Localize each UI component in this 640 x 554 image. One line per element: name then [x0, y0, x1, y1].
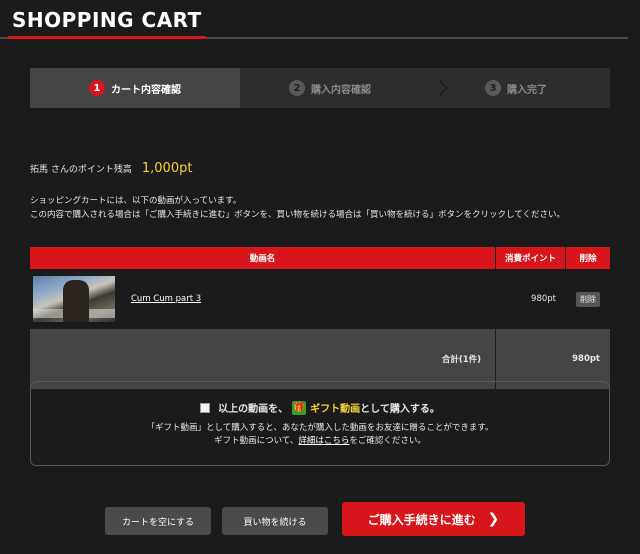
step-label: 購入内容確認: [311, 84, 371, 96]
gift-details-link[interactable]: 詳細はこちら: [298, 436, 349, 446]
step-label: カート内容確認: [111, 84, 181, 96]
gift-label: ギフト動画: [310, 404, 361, 415]
continue-shopping-button[interactable]: 買い物を続ける: [222, 507, 328, 535]
points-balance: 拓馬 さんのポイント残高 1,000pt: [30, 161, 192, 176]
total-row: 合計(1件) 980pt: [30, 329, 610, 389]
step-complete: 3 購入完了: [422, 68, 610, 108]
step-label: 購入完了: [507, 84, 547, 96]
page-title: SHOPPING CART: [12, 8, 202, 32]
gift-option-box: 以上の動画を、 🎁 ギフト動画 として購入する。 「ギフト動画」として購入すると…: [30, 381, 610, 466]
video-title-link[interactable]: Cum Cum part 3: [131, 294, 201, 304]
gift-note-suffix: をご確認ください。: [349, 436, 426, 446]
column-header-title: 動画名: [30, 247, 496, 269]
gift-note-line: ギフト動画について、詳細はこちらをご確認ください。: [31, 435, 609, 448]
thumbnail-figure: [63, 280, 89, 322]
step-number: 3: [485, 80, 501, 96]
delete-cell: 削除: [566, 269, 610, 329]
column-header-points: 消費ポイント: [496, 247, 566, 269]
step-cart-review: 1 カート内容確認: [30, 68, 240, 108]
step-arrow: [426, 68, 446, 108]
table-row: Cum Cum part 3 980pt 削除: [30, 269, 610, 329]
cart-table: 動画名 消費ポイント 削除 Cum Cum part 3 980pt 削除 合計…: [30, 247, 610, 389]
instruction-line: ショッピングカートには、以下の動画が入っています。: [30, 196, 242, 206]
gift-prefix: 以上の動画を、: [218, 404, 289, 415]
column-header-delete: 削除: [566, 247, 610, 269]
total-label: 合計(1件): [30, 329, 496, 389]
empty-cart-button[interactable]: カートを空にする: [105, 507, 211, 535]
video-cell: Cum Cum part 3: [30, 269, 496, 329]
proceed-label: ご購入手続きに進む: [367, 512, 476, 527]
cart-instructions: ショッピングカートには、以下の動画が入っています。 この内容で購入される場合は「…: [30, 194, 565, 222]
proceed-checkout-button[interactable]: ご購入手続きに進む ❯: [342, 502, 525, 536]
step-number: 2: [289, 80, 305, 96]
gift-note-prefix: ギフト動画について、: [214, 436, 299, 446]
gift-option-row[interactable]: 以上の動画を、 🎁 ギフト動画 として購入する。: [31, 400, 609, 415]
video-thumbnail[interactable]: [33, 276, 115, 322]
checkout-steps: 3 購入完了 2 購入内容確認 1 カート内容確認: [30, 68, 610, 108]
gift-suffix: として購入する。: [360, 404, 440, 415]
points-value: 1,000pt: [141, 161, 193, 176]
delete-button[interactable]: 削除: [576, 291, 600, 307]
step-arrow: [216, 68, 236, 108]
video-price: 980pt: [531, 294, 556, 304]
step-number: 1: [89, 80, 105, 96]
page-header: SHOPPING CART: [0, 0, 640, 40]
total-value: 980pt: [496, 329, 610, 389]
title-accent-line: [8, 36, 206, 39]
gift-icon: 🎁: [292, 400, 307, 415]
instruction-line: この内容で購入される場合は「ご購入手続きに進む」ボタンを、買い物を続ける場合は「…: [30, 210, 565, 220]
points-label: 拓馬 さんのポイント残高: [30, 165, 132, 175]
gift-note-line: 「ギフト動画」として購入すると、あなたが購入した動画をお友達に贈ることができます…: [146, 423, 494, 433]
gift-note: 「ギフト動画」として購入すると、あなたが購入した動画をお友達に贈ることができます…: [31, 422, 609, 448]
chevron-right-icon: ❯: [487, 511, 500, 527]
gift-checkbox[interactable]: [200, 402, 211, 413]
step-confirm: 2 購入内容確認: [220, 68, 440, 108]
